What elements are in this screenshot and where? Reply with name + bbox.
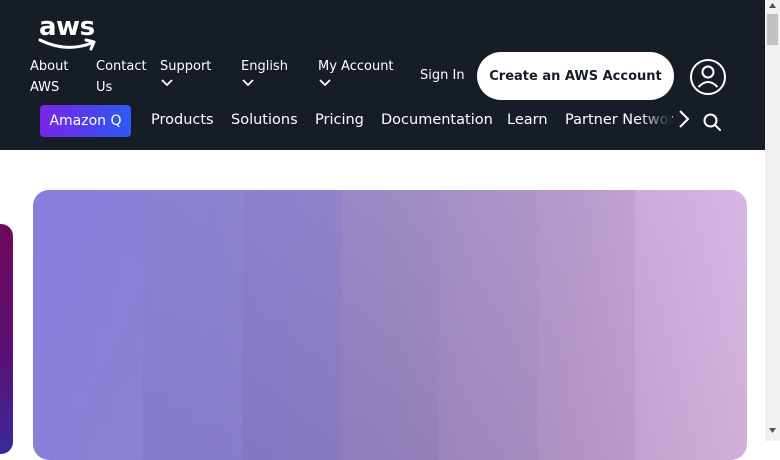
site-header: aws About AWS Contact Us Support English… bbox=[0, 0, 765, 150]
hero-stripe bbox=[33, 190, 143, 460]
hero-stripe bbox=[439, 190, 537, 460]
hero-stripe bbox=[635, 190, 747, 460]
hero-stripe bbox=[143, 190, 243, 460]
hero-stripe bbox=[341, 190, 439, 460]
vertical-scrollbar[interactable] bbox=[765, 0, 780, 441]
about-aws-line1: About bbox=[30, 59, 69, 74]
nav-learn[interactable]: Learn bbox=[507, 112, 548, 128]
search-icon[interactable] bbox=[702, 112, 722, 132]
hero-banner bbox=[33, 190, 747, 460]
language-dropdown[interactable]: English bbox=[241, 56, 288, 87]
nav-solutions[interactable]: Solutions bbox=[231, 112, 298, 128]
contact-us-line1: Contact bbox=[96, 59, 147, 74]
scroll-down-arrow-icon[interactable] bbox=[769, 428, 776, 433]
contact-us-link[interactable]: Contact Us bbox=[96, 56, 150, 98]
about-aws-link[interactable]: About AWS bbox=[30, 56, 82, 98]
chevron-down-icon bbox=[319, 79, 331, 87]
my-account-label: My Account bbox=[318, 59, 394, 74]
scrollbar-thumb[interactable] bbox=[767, 14, 778, 45]
support-label: Support bbox=[160, 59, 212, 74]
scroll-up-arrow-icon[interactable] bbox=[769, 3, 776, 8]
aws-smile-icon bbox=[38, 38, 96, 51]
hero-stripe bbox=[537, 190, 635, 460]
support-dropdown[interactable]: Support bbox=[160, 56, 211, 87]
nav-pricing[interactable]: Pricing bbox=[315, 112, 364, 128]
chevron-down-icon bbox=[161, 79, 173, 87]
about-aws-line2: AWS bbox=[30, 80, 60, 95]
nav-products[interactable]: Products bbox=[151, 112, 214, 128]
chevron-right-icon[interactable] bbox=[676, 108, 692, 130]
carousel-previous-card[interactable] bbox=[0, 224, 13, 454]
nav-overflow-fade bbox=[640, 104, 672, 138]
amazon-q-button[interactable]: Amazon Q bbox=[40, 105, 131, 137]
create-account-button[interactable]: Create an AWS Account bbox=[477, 52, 674, 100]
my-account-dropdown[interactable]: My Account bbox=[318, 56, 394, 87]
chevron-down-icon bbox=[242, 79, 254, 87]
nav-documentation[interactable]: Documentation bbox=[381, 112, 493, 128]
user-circle-icon[interactable] bbox=[689, 58, 727, 96]
sign-in-link[interactable]: Sign In bbox=[420, 65, 465, 86]
hero-stripe bbox=[243, 190, 341, 460]
language-label: English bbox=[241, 59, 288, 74]
contact-us-line2: Us bbox=[96, 80, 113, 95]
aws-logo[interactable]: aws bbox=[38, 12, 100, 55]
